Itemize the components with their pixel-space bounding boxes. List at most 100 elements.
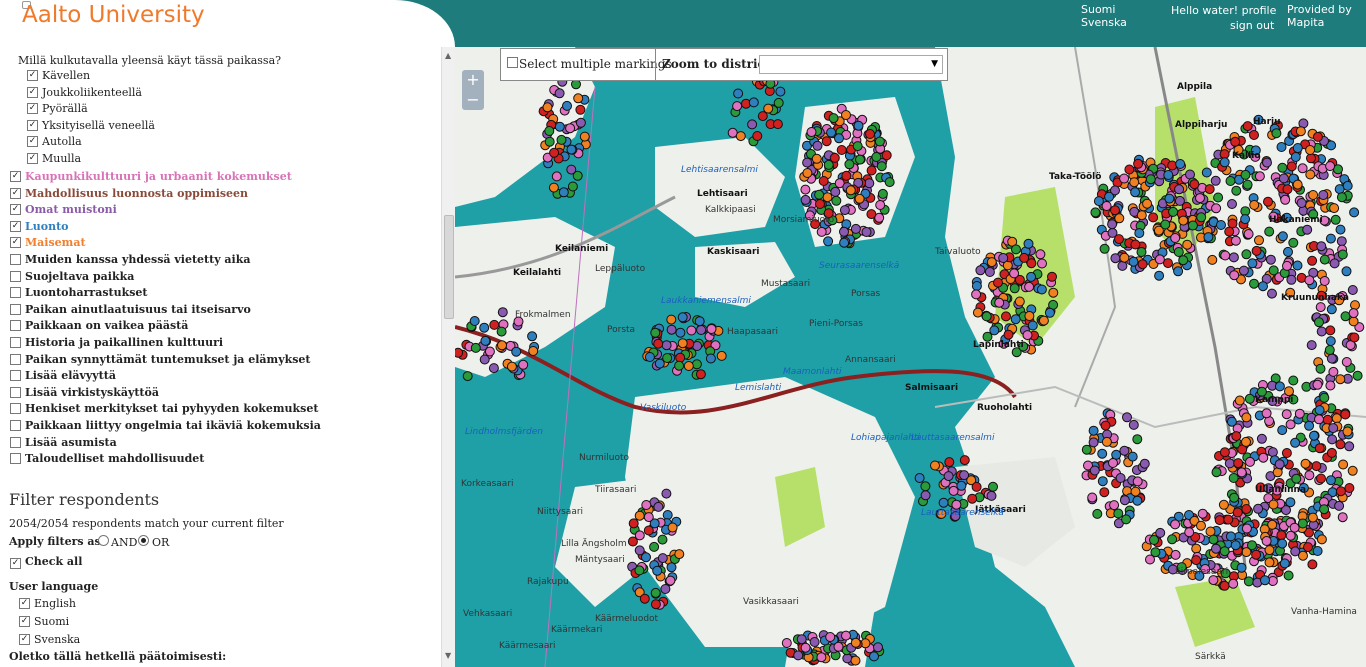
map-marker[interactable]: [844, 159, 855, 170]
map-marker[interactable]: [675, 327, 686, 338]
filter-checkbox[interactable]: ✓: [10, 220, 21, 232]
filter-checkbox[interactable]: [10, 353, 21, 365]
map-marker[interactable]: [1044, 307, 1055, 318]
map-marker[interactable]: [989, 325, 1000, 336]
map-marker[interactable]: [1170, 519, 1181, 530]
map-marker[interactable]: [836, 145, 847, 155]
provider-link[interactable]: Mapita: [1287, 16, 1324, 29]
map-marker[interactable]: [1348, 316, 1359, 327]
map-marker[interactable]: [864, 178, 875, 189]
map-marker[interactable]: [1297, 163, 1308, 174]
map-marker[interactable]: [1242, 179, 1253, 190]
filter-checkbox[interactable]: ✓: [10, 187, 21, 199]
map-marker[interactable]: [470, 342, 481, 353]
map-marker[interactable]: [1285, 419, 1296, 430]
filter-checkbox[interactable]: [10, 386, 21, 398]
map-marker[interactable]: [1319, 254, 1330, 265]
map-marker[interactable]: [1092, 508, 1103, 519]
or-radio[interactable]: [138, 535, 149, 546]
map-marker[interactable]: [831, 195, 842, 206]
map-marker[interactable]: [1218, 499, 1229, 510]
map-marker[interactable]: [579, 131, 590, 142]
map-marker[interactable]: [1290, 437, 1301, 448]
map-marker[interactable]: [1110, 205, 1120, 216]
map-marker[interactable]: [667, 522, 678, 533]
map-marker[interactable]: [1163, 170, 1174, 180]
map-marker[interactable]: [1208, 534, 1219, 545]
map-marker[interactable]: [567, 181, 578, 192]
map-marker[interactable]: [506, 361, 517, 372]
map-marker[interactable]: [657, 553, 668, 564]
filter-checkbox[interactable]: ✓: [27, 153, 38, 164]
map-marker[interactable]: [815, 199, 825, 209]
map-marker[interactable]: [1314, 414, 1324, 425]
map-marker[interactable]: [1267, 447, 1278, 458]
filter-checkbox[interactable]: [10, 320, 21, 332]
map-marker[interactable]: [1219, 447, 1230, 458]
map-marker[interactable]: [850, 637, 861, 648]
map-marker[interactable]: [1334, 500, 1345, 511]
map-marker[interactable]: [1304, 275, 1315, 286]
map-marker[interactable]: [1322, 414, 1333, 425]
map-marker[interactable]: [1003, 329, 1014, 340]
map-marker[interactable]: [497, 340, 507, 351]
map-marker[interactable]: [1336, 236, 1347, 247]
map-marker[interactable]: [1318, 190, 1329, 200]
map-marker[interactable]: [1197, 508, 1208, 519]
map-marker[interactable]: [1204, 184, 1215, 195]
map-marker[interactable]: [1282, 260, 1292, 271]
check-all-checkbox[interactable]: ✓: [10, 558, 21, 569]
filter-checkbox[interactable]: [10, 420, 21, 431]
map-marker[interactable]: [1173, 247, 1184, 257]
map-marker[interactable]: [1231, 431, 1242, 442]
map-marker[interactable]: [1300, 458, 1311, 469]
map-marker[interactable]: [1265, 254, 1276, 265]
map-marker[interactable]: [1249, 130, 1259, 140]
map-marker[interactable]: [816, 652, 827, 663]
map-marker[interactable]: [1150, 547, 1161, 558]
map-marker[interactable]: [528, 346, 539, 356]
map-marker[interactable]: [1230, 136, 1241, 147]
map-marker[interactable]: [1340, 409, 1351, 420]
map-marker[interactable]: [852, 141, 863, 152]
map-marker[interactable]: [1011, 244, 1021, 255]
map-marker[interactable]: [1119, 445, 1130, 456]
map-marker[interactable]: [554, 88, 565, 99]
sign-out-link[interactable]: sign out: [1230, 19, 1274, 32]
map-marker[interactable]: [1229, 492, 1240, 503]
map-marker[interactable]: [772, 119, 783, 130]
map-marker[interactable]: [1128, 256, 1139, 267]
map-marker[interactable]: [1306, 153, 1316, 164]
map-marker[interactable]: [809, 637, 820, 647]
map-marker[interactable]: [650, 327, 661, 338]
map-marker[interactable]: [1189, 179, 1200, 190]
map-marker[interactable]: [1335, 224, 1346, 235]
map-marker[interactable]: [1350, 300, 1360, 311]
map-marker[interactable]: [716, 350, 727, 361]
map-marker[interactable]: [811, 153, 822, 164]
filter-checkbox[interactable]: [10, 403, 21, 415]
map-marker[interactable]: [914, 473, 925, 483]
map-marker[interactable]: [511, 346, 522, 357]
map-marker[interactable]: [1099, 243, 1110, 254]
map-marker[interactable]: [1167, 534, 1178, 545]
map-marker[interactable]: [566, 164, 577, 175]
map-marker[interactable]: [735, 131, 746, 142]
filter-checkbox[interactable]: [10, 287, 21, 299]
map-marker[interactable]: [823, 236, 834, 247]
map-marker[interactable]: [823, 159, 834, 170]
map-marker[interactable]: [1037, 258, 1047, 269]
map-marker[interactable]: [661, 340, 672, 351]
map-marker[interactable]: [1349, 207, 1360, 218]
map-marker[interactable]: [1228, 578, 1239, 589]
map-marker[interactable]: [1277, 425, 1288, 436]
map-marker[interactable]: [1280, 194, 1291, 205]
map-marker[interactable]: [1097, 448, 1108, 459]
map-marker[interactable]: [1307, 559, 1318, 570]
map-marker[interactable]: [662, 510, 673, 520]
map-marker[interactable]: [1111, 449, 1122, 460]
map-marker[interactable]: [1104, 191, 1115, 202]
map-marker[interactable]: [1148, 212, 1159, 223]
map-marker[interactable]: [1124, 164, 1135, 175]
map-marker[interactable]: [1110, 253, 1121, 264]
